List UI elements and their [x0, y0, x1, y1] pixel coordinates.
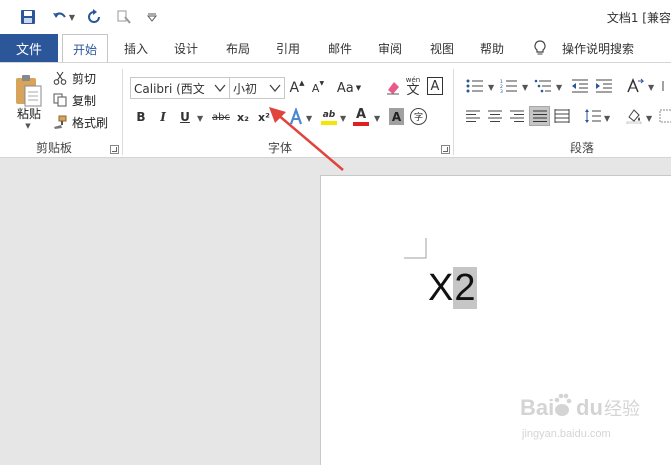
tab-design[interactable]: 设计 — [166, 34, 206, 62]
copy-button[interactable]: 复制 — [70, 92, 98, 108]
shrink-font-icon[interactable]: A ▼ — [310, 78, 326, 98]
font-name-combo[interactable]: Calibri (西文 — [130, 77, 230, 99]
font-size-combo[interactable]: 小初 — [229, 77, 285, 99]
title-bar: ▼ 文档1 [兼容 — [0, 0, 671, 34]
character-border-icon[interactable]: A — [427, 77, 443, 95]
copy-icon — [52, 92, 68, 108]
font-color-dropdown-icon[interactable]: ▼ — [374, 114, 380, 123]
selected-text: 2 — [453, 267, 477, 309]
enclose-characters-icon[interactable]: 字 — [410, 108, 427, 125]
format-painter-button[interactable]: 格式刷 — [70, 114, 110, 130]
tab-home[interactable]: 开始 — [62, 34, 108, 63]
grow-font-icon[interactable]: A ▲ — [289, 78, 305, 98]
align-left-icon[interactable] — [464, 108, 482, 124]
watermark-brand2: du — [576, 395, 603, 420]
document-title: 文档1 [兼容 — [606, 11, 671, 25]
lightbulb-icon[interactable] — [530, 34, 550, 62]
paste-button[interactable]: 粘贴 — [14, 105, 44, 121]
touch-mode-icon[interactable] — [112, 6, 136, 28]
decrease-indent-icon[interactable] — [570, 77, 590, 95]
multilevel-dropdown-icon[interactable]: ▼ — [556, 83, 562, 92]
paragraph-shading-icon[interactable] — [624, 107, 644, 125]
change-case-button[interactable]: Aa ▼ — [336, 78, 362, 98]
font-name-value: Calibri (西文 — [134, 81, 205, 96]
tab-review[interactable]: 审阅 — [370, 34, 410, 62]
strikethrough-button[interactable]: abc — [210, 108, 232, 126]
shading-dropdown-icon[interactable]: ▼ — [646, 114, 652, 123]
tab-file[interactable]: 文件 — [0, 34, 58, 62]
clear-formatting-icon[interactable] — [384, 77, 402, 97]
chevron-down-icon[interactable] — [266, 78, 284, 98]
tab-view[interactable]: 视图 — [422, 34, 462, 62]
italic-button[interactable]: I — [157, 108, 169, 126]
bold-button[interactable]: B — [134, 108, 148, 126]
font-color-icon[interactable]: A — [352, 106, 370, 128]
justify-icon[interactable] — [529, 106, 550, 126]
baidu-jingyan-watermark: Bai du 经验 jingyan.baidu.com — [520, 385, 660, 445]
numbering-dropdown-icon[interactable]: ▼ — [522, 83, 528, 92]
font-color-bar — [353, 122, 369, 126]
tab-help[interactable]: 帮助 — [472, 34, 512, 62]
bullets-dropdown-icon[interactable]: ▼ — [488, 83, 494, 92]
character-shading-icon[interactable]: A — [389, 108, 404, 125]
redo-icon[interactable] — [82, 6, 106, 28]
borders-icon-partial[interactable] — [658, 108, 671, 124]
numbering-icon[interactable]: 123 — [498, 77, 520, 95]
font-size-value: 小初 — [233, 81, 258, 96]
margin-corner-mark — [404, 238, 427, 259]
chevron-down-icon[interactable] — [211, 78, 229, 98]
chinese-layout-icon[interactable] — [624, 76, 646, 96]
clipboard-group-label: 剪贴板 — [36, 141, 73, 155]
tab-references[interactable]: 引用 — [268, 34, 308, 62]
annotation-arrow — [269, 107, 344, 171]
increase-indent-icon[interactable] — [594, 77, 614, 95]
line-spacing-dropdown-icon[interactable]: ▼ — [604, 114, 610, 123]
multilevel-list-icon[interactable] — [532, 77, 554, 95]
align-center-icon[interactable] — [486, 108, 504, 124]
undo-dropdown-icon[interactable]: ▼ — [66, 6, 78, 28]
tab-layout[interactable]: 布局 — [218, 34, 258, 62]
distributed-icon[interactable] — [553, 108, 571, 124]
tab-insert[interactable]: 插入 — [116, 34, 156, 62]
tab-mailings[interactable]: 邮件 — [320, 34, 360, 62]
tell-me-search[interactable]: 操作说明搜索 — [558, 34, 638, 62]
format-painter-icon — [52, 114, 68, 130]
bullets-icon[interactable] — [464, 77, 486, 95]
character-border-label: A — [430, 78, 440, 94]
customize-qat-icon[interactable] — [140, 6, 164, 28]
underline-button[interactable]: U — [178, 108, 192, 126]
svg-text:3: 3 — [500, 89, 503, 93]
font-launcher[interactable] — [441, 145, 450, 154]
change-case-label: Aa — [336, 80, 354, 96]
grow-font-label: A — [289, 80, 300, 96]
watermark-cn: 经验 — [604, 399, 640, 420]
enclose-char-label: 字 — [413, 113, 423, 123]
group-divider — [453, 69, 454, 155]
group-divider — [122, 69, 123, 155]
save-icon[interactable] — [16, 6, 40, 28]
watermark-brand: Bai — [520, 395, 554, 420]
paste-dropdown-icon[interactable]: ▼ — [22, 121, 34, 131]
underline-dropdown-icon[interactable]: ▼ — [197, 114, 203, 123]
character-shading-label: A — [391, 109, 402, 124]
paragraph-group-label: 段落 — [570, 141, 595, 155]
watermark-url: jingyan.baidu.com — [521, 428, 611, 440]
subscript-button[interactable]: x₂ — [235, 108, 251, 126]
line-spacing-icon[interactable] — [583, 107, 603, 125]
ribbon-tabs: 文件 开始 插入 设计 布局 引用 邮件 审阅 视图 帮助 操作说明搜索 — [0, 34, 671, 63]
align-right-icon[interactable] — [508, 108, 526, 124]
shrink-font-label: A — [311, 81, 320, 95]
phonetic-char: 文 — [406, 83, 420, 98]
chinese-layout-dropdown-icon[interactable]: ▼ — [648, 83, 654, 92]
cut-button[interactable]: 剪切 — [70, 70, 98, 86]
phonetic-guide-icon[interactable]: wén 文 — [404, 75, 422, 99]
font-color-label: A — [355, 107, 367, 122]
sort-icon-partial[interactable] — [660, 77, 671, 95]
clipboard-launcher[interactable] — [110, 145, 119, 154]
document-text[interactable]: X2 — [428, 262, 477, 314]
document-text-main: X — [428, 267, 454, 309]
scissors-icon — [52, 70, 68, 86]
